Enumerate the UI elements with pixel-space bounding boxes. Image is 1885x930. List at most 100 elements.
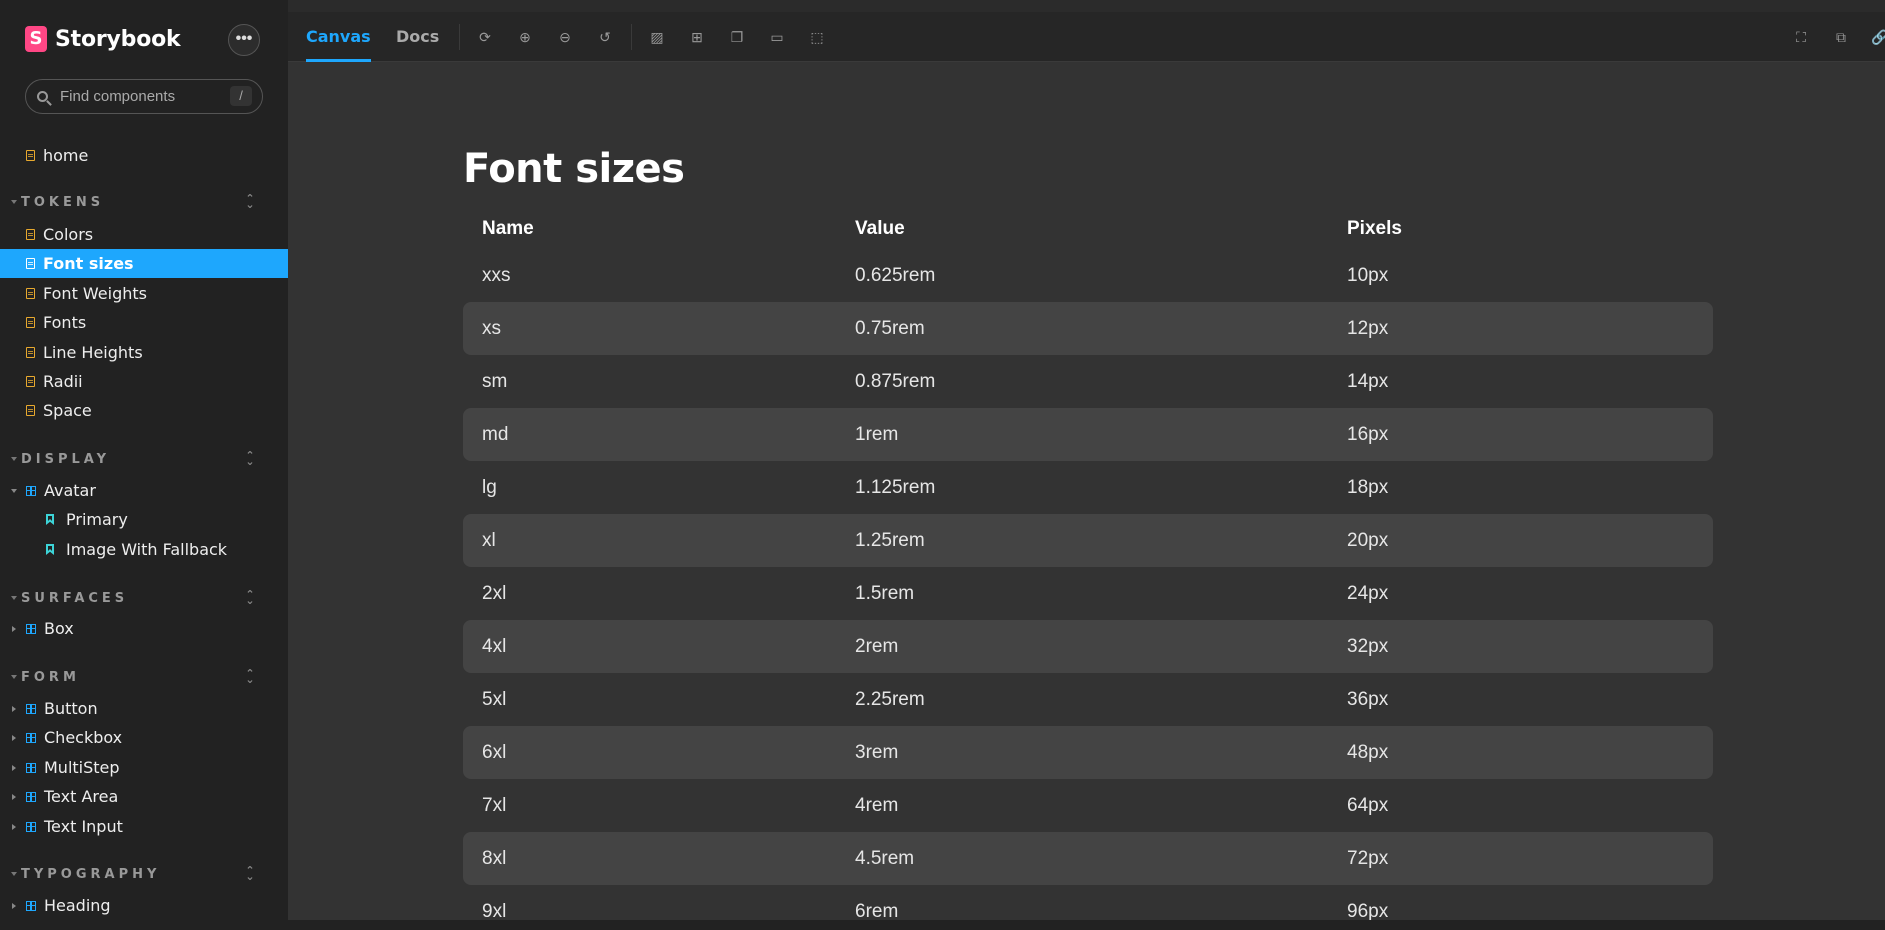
search-box[interactable]: / <box>25 79 263 114</box>
component-icon <box>26 485 36 496</box>
sidebar-item-font-weights[interactable]: Font Weights <box>0 279 288 308</box>
open-new-tab-icon[interactable]: ⧉ <box>1831 27 1851 47</box>
sidebar-item-label: Primary <box>66 510 128 529</box>
cell-name: xs <box>482 317 501 339</box>
sidebar-item-label: Text Input <box>44 817 123 836</box>
sidebar-item-button[interactable]: Button <box>0 694 288 723</box>
zoom-in-icon[interactable]: ⊕ <box>515 27 535 47</box>
viewport-icon[interactable]: ❐ <box>727 27 747 47</box>
sidebar-item-primary[interactable]: Primary <box>0 505 288 534</box>
sidebar-item-label: MultiStep <box>44 758 120 777</box>
cell-pixels: 12px <box>1347 317 1389 339</box>
sidebar-item-label: Heading <box>44 896 111 915</box>
cell-value: 4.5rem <box>855 847 915 869</box>
table-row: 7xl 4rem 64px <box>463 779 1713 832</box>
table-row: xs 0.75rem 12px <box>463 302 1713 355</box>
sidebar-item-label: Font Weights <box>43 284 147 303</box>
page-title: Font sizes <box>463 146 685 192</box>
sidebar-item-box[interactable]: Box <box>0 614 288 643</box>
sidebar-item-font-sizes[interactable]: Font sizes <box>0 249 288 278</box>
sidebar-item-fonts[interactable]: Fonts <box>0 308 288 337</box>
background-icon[interactable]: ▨ <box>647 27 667 47</box>
sidebar-item-line-heights[interactable]: Line Heights <box>0 338 288 367</box>
measure-icon[interactable]: ▭ <box>767 27 787 47</box>
sidebar-item-label: Avatar <box>44 481 96 500</box>
table-row: 6xl 3rem 48px <box>463 726 1713 779</box>
bookmark-icon <box>46 544 54 555</box>
cell-name: 2xl <box>482 582 507 604</box>
toolbar: Canvas Docs ⟳ ⊕ ⊖ ↺ ▨ ⊞ ❐ ▭ ⬚ ⛶ ⧉ 🔗 <box>288 12 1885 62</box>
table-row: 4xl 2rem 32px <box>463 620 1713 673</box>
refresh-icon[interactable]: ⟳ <box>475 27 495 47</box>
collapse-all-icon[interactable]: ⌃ ⌄ <box>245 193 255 210</box>
table-row: lg 1.125rem 18px <box>463 461 1713 514</box>
brand-name: Storybook <box>55 26 181 52</box>
cell-pixels: 10px <box>1347 264 1389 286</box>
storybook-brand[interactable]: S Storybook <box>25 26 181 52</box>
section-form[interactable]: FORM ⌃ ⌄ <box>0 667 288 687</box>
table-row: 8xl 4.5rem 72px <box>463 832 1713 885</box>
cell-name: 4xl <box>482 635 507 657</box>
chevron-right-icon <box>12 902 16 909</box>
sidebar-item-colors[interactable]: Colors <box>0 220 288 249</box>
cell-value: 1.125rem <box>855 476 936 498</box>
sidebar-item-text-input[interactable]: Text Input <box>0 812 288 841</box>
section-title: SURFACES <box>21 590 129 606</box>
outline-icon[interactable]: ⬚ <box>807 27 827 47</box>
search-shortcut-badge: / <box>230 86 252 106</box>
canvas-area: Font sizes Name Value Pixels xxs 0.625rem… <box>288 62 1885 930</box>
bookmark-icon <box>46 514 54 525</box>
chevron-right-icon <box>12 734 16 741</box>
fullscreen-icon[interactable]: ⛶ <box>1791 27 1811 47</box>
sidebar-item-multistep[interactable]: MultiStep <box>0 753 288 782</box>
cell-name: md <box>482 423 509 445</box>
sidebar-item-label: Colors <box>43 225 94 244</box>
tab-docs[interactable]: Docs <box>396 12 439 62</box>
cell-name: 8xl <box>482 847 507 869</box>
zoom-out-icon[interactable]: ⊖ <box>555 27 575 47</box>
section-surfaces[interactable]: SURFACES ⌃ ⌄ <box>0 588 288 608</box>
chevron-down-icon <box>11 488 17 493</box>
sidebar-item-avatar[interactable]: Avatar <box>0 476 288 505</box>
document-icon <box>26 347 35 358</box>
sidebar-item-label: home <box>43 146 89 165</box>
sidebar-item-heading[interactable]: Heading <box>0 891 288 920</box>
component-icon <box>26 900 36 911</box>
table-header: Name Value Pixels <box>463 208 1713 249</box>
expand-all-icon[interactable]: ⌃ ⌄ <box>245 865 255 882</box>
collapse-all-icon[interactable]: ⌃ ⌄ <box>245 450 255 467</box>
section-title: FORM <box>21 669 80 685</box>
expand-all-icon[interactable]: ⌃ ⌄ <box>245 589 255 606</box>
section-tokens[interactable]: TOKENS ⌃ ⌄ <box>0 192 288 212</box>
cell-value: 0.75rem <box>855 317 925 339</box>
document-icon <box>26 150 35 161</box>
sidebar-item-home[interactable]: home <box>0 141 288 170</box>
more-options-button[interactable]: ••• <box>228 24 260 56</box>
expand-all-icon[interactable]: ⌃ ⌄ <box>245 668 255 685</box>
column-header-name: Name <box>482 217 534 239</box>
sidebar-item-checkbox[interactable]: Checkbox <box>0 723 288 752</box>
sidebar-item-label: Font sizes <box>43 254 134 273</box>
cell-pixels: 32px <box>1347 635 1389 657</box>
section-display[interactable]: DISPLAY ⌃ ⌄ <box>0 449 288 469</box>
sidebar-item-radii[interactable]: Radii <box>0 367 288 396</box>
cell-name: lg <box>482 476 497 498</box>
sidebar-item-label: Fonts <box>43 313 87 332</box>
chevron-down-icon <box>11 457 17 461</box>
section-typography[interactable]: TYPOGRAPHY ⌃ ⌄ <box>0 864 288 884</box>
section-title: DISPLAY <box>21 451 111 467</box>
table-row: xxs 0.625rem 10px <box>463 249 1713 302</box>
document-icon <box>26 376 35 387</box>
sidebar-item-label: Checkbox <box>44 728 123 747</box>
tab-canvas[interactable]: Canvas <box>306 12 371 62</box>
cell-name: xl <box>482 529 496 551</box>
grid-icon[interactable]: ⊞ <box>687 27 707 47</box>
sidebar-item-space[interactable]: Space <box>0 396 288 425</box>
toolbar-divider <box>459 24 460 50</box>
sidebar-item-text-area[interactable]: Text Area <box>0 782 288 811</box>
sidebar-item-image-with-fallback[interactable]: Image With Fallback <box>0 535 288 564</box>
zoom-reset-icon[interactable]: ↺ <box>595 27 615 47</box>
cell-value: 3rem <box>855 741 899 763</box>
search-input[interactable] <box>58 87 222 106</box>
copy-link-icon[interactable]: 🔗 <box>1871 27 1885 47</box>
